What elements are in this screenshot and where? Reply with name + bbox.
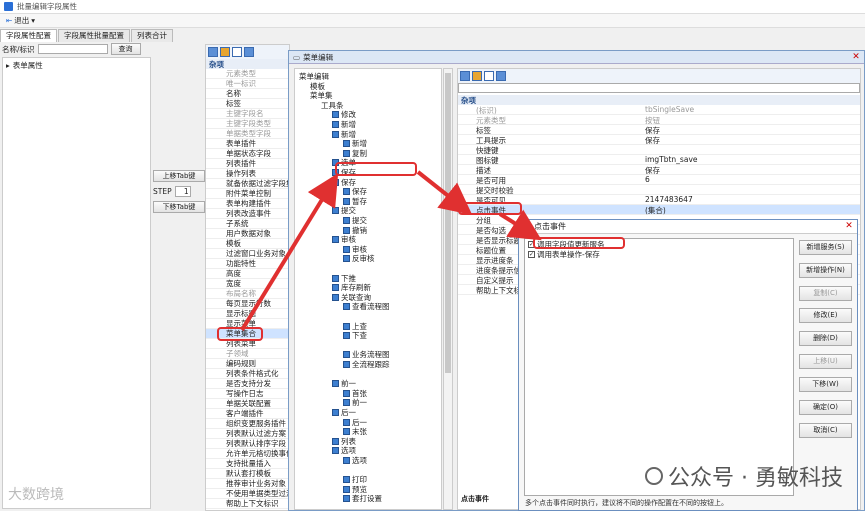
arrow-2 [416,170,473,215]
arrow-1 [240,173,339,332]
watermark-text: 公众号 · 勇敏科技 [668,466,843,491]
arrows-overlay [240,170,542,332]
watermark: 公众号 · 勇敏科技 [645,460,843,492]
watermark-2: 大数跨境 [8,487,64,503]
wechat-icon [645,467,664,485]
arrow-3 [498,209,542,241]
